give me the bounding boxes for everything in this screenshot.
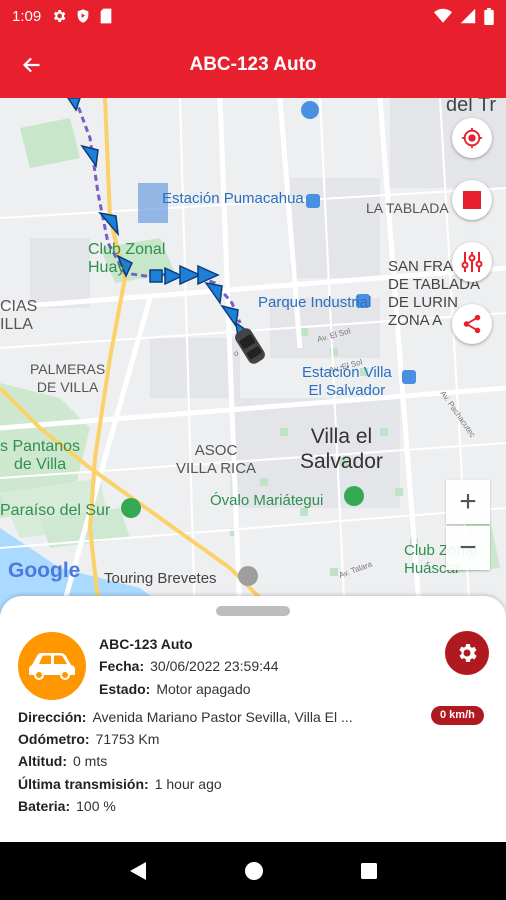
map-label-palmeras: PALMERAS DE VILLA	[30, 361, 106, 395]
map-label-estacion-villa: Estación Villa El Salvador	[302, 364, 392, 399]
fecha-value: 30/06/2022 23:59:44	[150, 658, 279, 674]
vehicle-settings-button[interactable]	[445, 631, 489, 675]
fecha-label: Fecha:	[99, 658, 145, 674]
map-label-parque-industrial: Parque Industrial	[258, 294, 372, 311]
signal-icon	[460, 8, 476, 24]
app-bar: ABC-123 Auto	[0, 32, 506, 98]
bateria-label: Bateria:	[18, 798, 71, 814]
estado-label: Estado:	[99, 681, 151, 697]
vehicle-info-sheet: ABC-123 Auto Fecha: 30/06/2022 23:59:44 E…	[0, 596, 506, 842]
stop-button[interactable]	[452, 180, 492, 220]
zoom-out-button[interactable]: −	[446, 526, 490, 570]
odometro-row: Odómetro: 71753 Km	[18, 731, 159, 747]
map-base: Av. El Sol Av. El Sol Av. Pachacutec Av.…	[0, 98, 506, 618]
altitud-value: 0 mts	[72, 753, 108, 769]
map-label-asoc-villa-rica: ASOC VILLA RICA	[176, 442, 257, 477]
map-label-del-tr: del Tr	[446, 98, 497, 116]
fecha-row: Fecha: 30/06/2022 23:59:44	[99, 658, 279, 674]
direccion-row: Dirección: Avenida Mariano Pastor Sevilla…	[18, 709, 353, 725]
status-bar: 1:09	[0, 0, 506, 32]
back-arrow-icon	[22, 57, 40, 73]
vehicle-avatar	[18, 632, 86, 700]
estado-value: Motor apagado	[156, 681, 251, 697]
map-label-cias-illa: CIAS ILLA	[0, 298, 38, 333]
gear-icon	[459, 644, 477, 662]
map-label-club-zonal-huay: Club Zonal Huay	[88, 241, 166, 276]
page-title: ABC-123 Auto	[189, 54, 317, 75]
nav-home-icon[interactable]	[244, 861, 264, 881]
bateria-value: 100 %	[76, 798, 116, 814]
map-label-estacion-pumacahua: Estación Pumacahua	[162, 190, 304, 207]
filter-button[interactable]	[452, 242, 492, 282]
status-time: 1:09	[12, 7, 42, 25]
sheet-handle[interactable]	[216, 606, 290, 616]
bateria-row: Bateria: 100 %	[18, 798, 116, 814]
share-button[interactable]	[452, 304, 492, 344]
nav-recents-icon[interactable]	[360, 862, 378, 880]
map-label-ovalo: Óvalo Mariátegui	[210, 492, 324, 509]
map-label-villa-el-salvador: Villa el Salvador	[300, 425, 383, 473]
ultima-label: Última transmisión:	[18, 776, 149, 792]
altitud-row: Altitud: 0 mts	[18, 753, 107, 769]
locate-button[interactable]	[452, 118, 492, 158]
odometro-label: Odómetro:	[18, 731, 90, 747]
sim-icon	[100, 8, 112, 24]
ultima-value: 1 hour ago	[154, 776, 222, 792]
direccion-value: Avenida Mariano Pastor Sevilla, Villa El…	[92, 709, 353, 725]
map-label-paraiso: Paraíso del Sur	[0, 502, 111, 519]
back-button[interactable]	[0, 32, 64, 98]
play-protect-icon	[77, 9, 89, 23]
estado-row: Estado: Motor apagado	[99, 681, 251, 697]
vehicle-name: ABC-123 Auto	[99, 636, 193, 652]
map-label-pantanos: s Pantanos de Villa	[0, 438, 81, 473]
car-icon	[29, 653, 75, 680]
altitud-label: Altitud:	[18, 753, 67, 769]
wifi-icon	[434, 8, 452, 23]
map-label-touring: Touring Brevetes	[104, 570, 217, 587]
battery-icon	[484, 7, 494, 25]
ultima-transmision-row: Última transmisión: 1 hour ago	[18, 776, 222, 792]
stop-icon	[463, 191, 481, 209]
system-nav-bar	[0, 842, 506, 900]
filter-icon	[461, 252, 483, 272]
google-logo: Google	[8, 559, 81, 582]
settings-icon	[54, 10, 66, 22]
zoom-in-button[interactable]: +	[446, 480, 490, 524]
nav-back-icon[interactable]	[128, 861, 148, 881]
map-view[interactable]: Av. El Sol Av. El Sol Av. Pachacutec Av.…	[0, 98, 506, 618]
share-icon	[463, 314, 481, 334]
svg-text:o: o	[234, 349, 239, 358]
odometro-value: 71753 Km	[95, 731, 160, 747]
direccion-label: Dirección:	[18, 709, 87, 725]
map-label-la-tablada: LA TABLADA	[366, 200, 449, 216]
locate-icon	[461, 127, 483, 149]
speed-badge: 0 km/h	[431, 706, 484, 725]
